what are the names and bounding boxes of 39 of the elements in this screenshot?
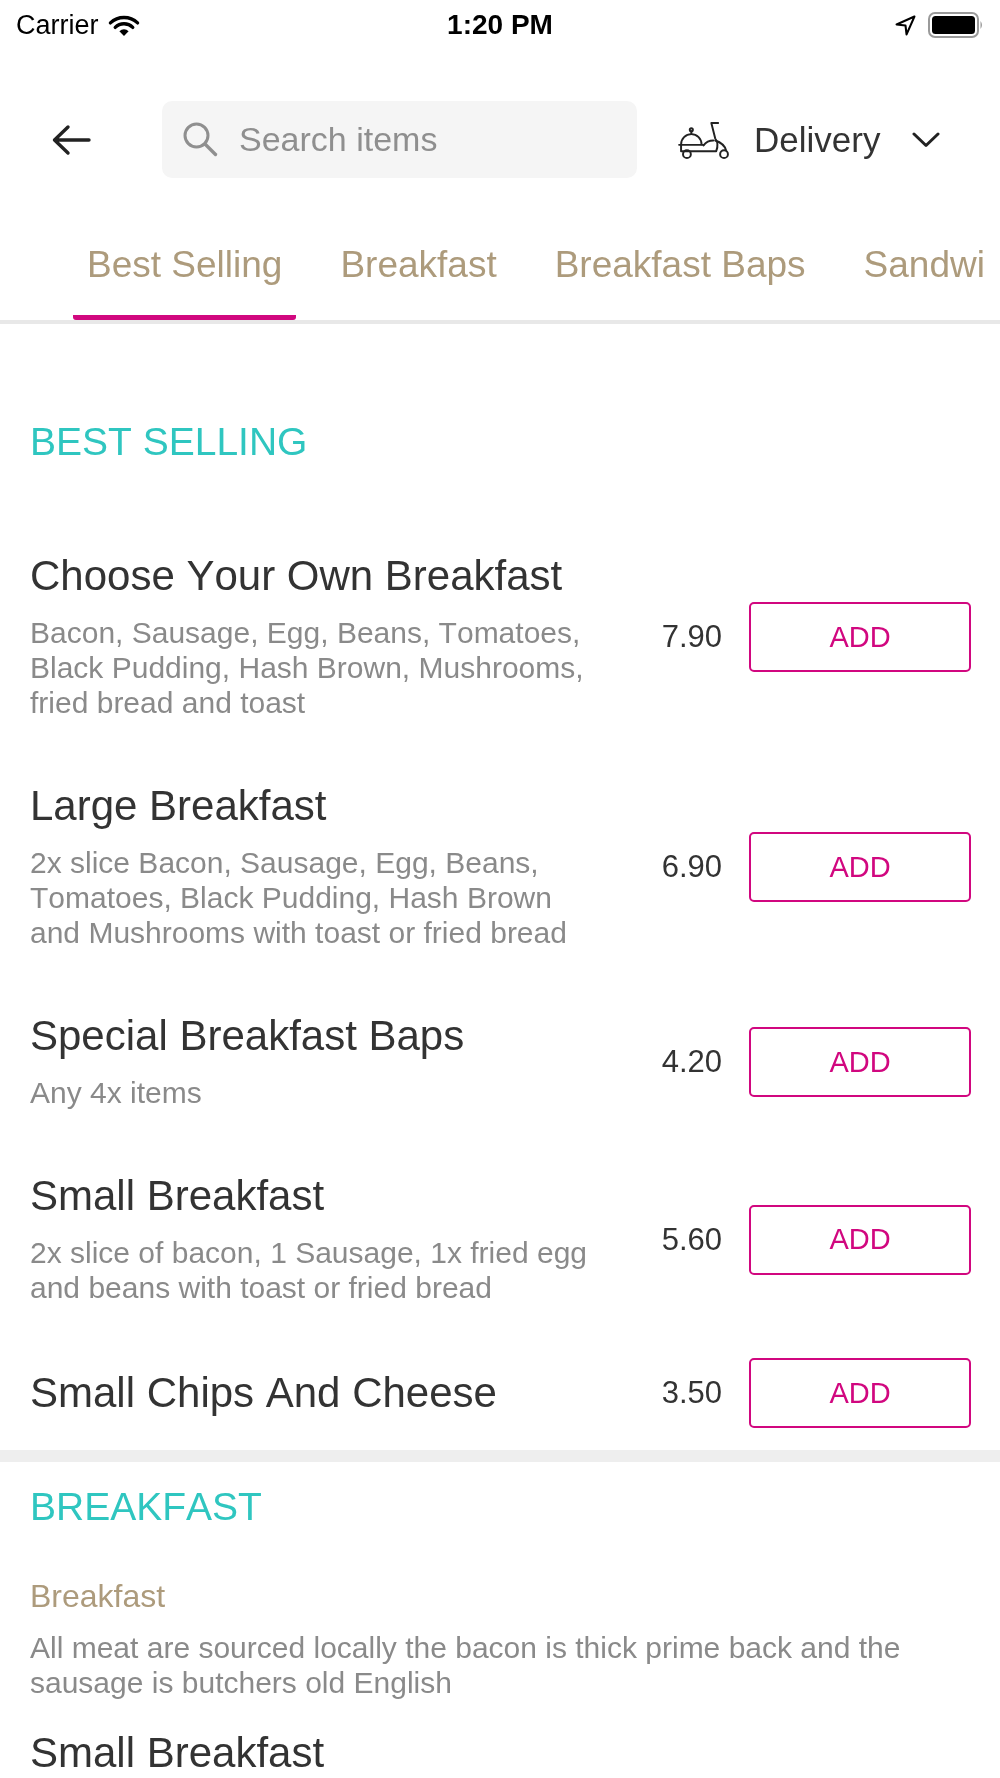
search-icon — [182, 121, 218, 157]
item-description: 2x slice Bacon, Sausage, Egg, Beans, Tomatoes, Black Pudding, Hash Brown and Mushrooms with toast or fried bread — [30, 845, 568, 950]
item-price: 3.50 — [660, 1375, 722, 1411]
item-price: 6.90 — [660, 849, 722, 885]
add-button[interactable]: ADD — [749, 1027, 971, 1097]
category-tab[interactable]: Sandwi — [849, 243, 999, 320]
category-name: Breakfast — [30, 1577, 166, 1616]
item-description: Any 4x items — [30, 1075, 202, 1110]
section-heading: BEST SELLING — [30, 419, 308, 465]
item-name: Small Chips And Cheese — [30, 1371, 497, 1415]
item-name: Small Breakfast — [30, 1174, 325, 1218]
add-button[interactable]: ADD — [749, 1358, 971, 1428]
item-name: Choose Your Own Breakfast — [30, 554, 563, 598]
item-price: 4.20 — [660, 1044, 722, 1080]
item-name: Special Breakfast Baps — [30, 1014, 465, 1058]
status-time: 1:20 PM — [447, 9, 553, 41]
wifi-icon — [107, 13, 140, 37]
search-field[interactable]: Search items — [162, 101, 637, 178]
item-description: Bacon, Sausage, Egg, Beans, Tomatoes, Black Pudding, Hash Brown, Mushrooms, fried bread and toast — [30, 615, 585, 720]
add-button[interactable]: ADD — [749, 602, 971, 672]
category-description: All meat are sourced locally the bacon is thick prime back and the sausage is butchers old English — [30, 1630, 902, 1700]
category-tab[interactable]: Breakfast — [326, 243, 511, 320]
chevron-down-icon — [912, 131, 941, 148]
item-name: Small Breakfast — [30, 1731, 325, 1775]
add-button[interactable]: ADD — [749, 832, 971, 902]
carrier-name: Carrier — [16, 9, 99, 41]
scooter-icon — [677, 119, 732, 160]
item-price: 7.90 — [660, 619, 722, 655]
item-price: 5.60 — [660, 1221, 722, 1258]
item-description: 2x slice of bacon, 1 Sausage, 1x fried egg and beans with toast or fried bread — [30, 1235, 589, 1305]
add-button[interactable]: ADD — [749, 1204, 971, 1275]
location-arrow-icon — [895, 14, 916, 36]
item-name: Large Breakfast — [30, 784, 327, 828]
battery-icon — [928, 12, 984, 38]
delivery-dropdown[interactable]: Delivery — [677, 118, 941, 161]
category-tab[interactable]: Breakfast Baps — [540, 243, 820, 320]
back-arrow-icon[interactable] — [51, 123, 91, 156]
category-tab[interactable]: Best Selling — [73, 243, 297, 320]
section-heading: BREAKFAST — [30, 1484, 262, 1530]
